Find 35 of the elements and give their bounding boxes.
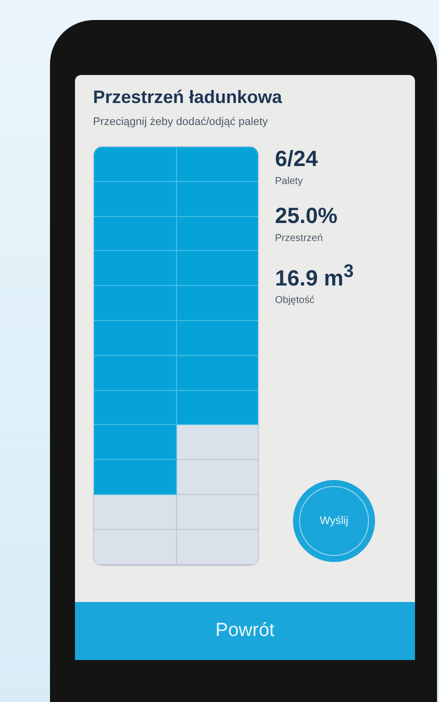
pallet-slot[interactable] [176,356,258,391]
pallet-slot[interactable] [94,216,176,252]
pallet-slot[interactable] [176,216,258,252]
pallet-slot[interactable] [94,320,176,356]
back-button[interactable]: Powrót [75,602,415,660]
pallet-slot[interactable] [94,251,176,286]
send-button[interactable]: Wyślij [293,480,375,562]
pallet-slot[interactable] [94,286,176,321]
pallet-slot[interactable] [94,460,176,495]
stat-label: Przestrzeń [275,233,324,244]
instruction-text: Przeciągnij żeby dodać/odjąć palety [93,116,269,128]
pallet-slot[interactable] [94,530,176,565]
stat-label: Palety [275,176,304,187]
pallet-slot[interactable] [94,390,176,426]
pallet-slot[interactable] [176,320,258,356]
pallet-slot[interactable] [94,425,176,460]
pallet-slot[interactable] [176,425,258,460]
pallet-slot[interactable] [176,390,258,426]
pallet-slot[interactable] [94,494,176,530]
pallet-slot[interactable] [176,147,258,182]
stat-value: 6/24 [275,146,319,172]
pallet-grid[interactable] [93,146,259,566]
pallet-slot[interactable] [94,147,176,182]
pallet-slot[interactable] [176,530,258,565]
pallet-slot[interactable] [176,251,258,286]
pallet-slot[interactable] [176,286,258,321]
pallet-slot[interactable] [176,494,258,530]
pallet-slot[interactable] [94,182,176,217]
stat-label: Objętość [275,295,316,306]
pallet-slot[interactable] [176,460,258,495]
pallet-slot[interactable] [94,356,176,391]
pallet-slot[interactable] [176,182,258,217]
stat-value: 16.9 m$^{3}$ [275,260,355,292]
screen-title: Przestrzeń ładunkowa [93,87,284,108]
stat-value: 25.0% [275,203,338,229]
